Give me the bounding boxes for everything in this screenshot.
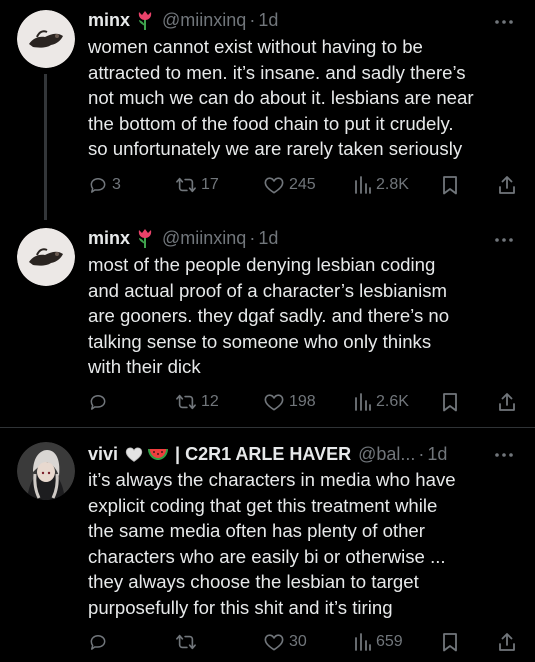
repost-button[interactable]: 17 [175, 174, 219, 196]
timestamp[interactable]: 1d [258, 8, 278, 32]
reply-button[interactable] [88, 391, 108, 413]
repost-count: 12 [201, 393, 219, 410]
bookmark-icon [443, 633, 457, 652]
avatar[interactable] [17, 10, 75, 68]
display-name[interactable]: minx [88, 8, 130, 32]
tweet-text: most of the people denying lesbian codin… [88, 252, 518, 380]
tweet-header: minx @miinxinq · 1d [88, 8, 278, 32]
display-name-suffix[interactable]: | C2R1 ARLE HAVER [175, 442, 351, 466]
more-options-icon[interactable] [492, 12, 516, 32]
share-icon [499, 633, 515, 651]
reply-button[interactable]: 3 [88, 174, 121, 196]
avatar[interactable] [17, 442, 75, 500]
share-button[interactable] [497, 631, 517, 653]
repost-count: 17 [201, 176, 219, 193]
views-count: 2.6K [376, 393, 409, 410]
tweet-text-line: attracted to men. it’s insane. and sadly… [88, 61, 466, 83]
tweet-text: it’s always the characters in media who … [88, 467, 518, 621]
tweet-text-line: explicit coding that get this treatment … [88, 494, 438, 516]
tulip-icon [136, 228, 154, 248]
repost-button[interactable] [175, 631, 197, 653]
views-count: 2.8K [376, 176, 409, 193]
handle[interactable]: @miinxinq [162, 8, 246, 32]
timestamp[interactable]: 1d [258, 226, 278, 250]
white-heart-icon [124, 445, 144, 463]
tweet-text-line: women cannot exist without having to be [88, 36, 423, 57]
tweet-text-line: so unfortunately we are rarely taken ser… [88, 138, 463, 160]
more-options-icon[interactable] [492, 230, 516, 250]
like-button[interactable]: 30 [263, 631, 307, 653]
tweet-text-line: talking sense to someone who only thinks [88, 330, 432, 352]
tweet-text-line: the same media often has plenty of other [88, 520, 425, 542]
share-button[interactable] [497, 391, 517, 413]
repost-button[interactable]: 12 [175, 391, 219, 413]
handle[interactable]: @bal... [358, 442, 415, 466]
like-count: 245 [289, 176, 316, 193]
views-button[interactable]: 2.8K [354, 174, 409, 196]
reply-icon [90, 178, 106, 193]
reply-icon [90, 395, 106, 410]
more-options-icon[interactable] [492, 445, 516, 465]
display-name[interactable]: vivi [88, 442, 118, 466]
tweet-text-line: not much we can do about it. lesbians ar… [88, 87, 474, 109]
tulip-icon [136, 10, 154, 30]
separator-dot: · [418, 444, 425, 464]
tweet-text-line: are gooners. they dgaf sadly. and there’… [88, 305, 450, 327]
tweet-2[interactable]: minx @miinxinq · 1d most of the people d… [0, 214, 535, 426]
tweet-text-line: characters who are easily bi or otherwis… [88, 545, 446, 567]
bookmark-icon [443, 176, 457, 195]
like-button[interactable]: 198 [263, 391, 316, 413]
tweet-header: vivi | C2R1 ARLE HAVER @bal... · 1d [88, 442, 447, 466]
tweet-text-line: and actual proof of a character’s lesbia… [88, 279, 447, 301]
heart-icon [264, 394, 284, 411]
like-button[interactable]: 245 [263, 174, 316, 196]
tweet-text-line: most of the people denying lesbian codin… [88, 254, 436, 275]
watermelon-icon [147, 446, 169, 462]
tweet-text-line: purposefully for this shit and it’s tiri… [88, 596, 393, 618]
reply-count: 3 [112, 176, 121, 193]
heart-icon [264, 177, 284, 194]
reply-button[interactable] [88, 631, 108, 653]
tweet-text-line: it’s always the characters in media who … [88, 469, 456, 490]
handle[interactable]: @miinxinq [162, 226, 246, 250]
views-button[interactable]: 2.6K [354, 391, 409, 413]
thread-line [44, 74, 47, 220]
timestamp[interactable]: 1d [427, 442, 447, 466]
avatar[interactable] [17, 228, 75, 286]
tweet-header: minx @miinxinq · 1d [88, 226, 278, 250]
views-icon [355, 176, 371, 194]
share-icon [499, 393, 515, 411]
repost-icon [176, 177, 196, 193]
reply-icon [90, 635, 106, 650]
share-button[interactable] [497, 174, 517, 196]
bookmark-button[interactable] [441, 631, 459, 653]
tweet-1[interactable]: minx @miinxinq · 1d women cannot exist w… [0, 0, 535, 220]
share-icon [499, 176, 515, 194]
views-count: 659 [376, 633, 403, 650]
bookmark-icon [443, 393, 457, 412]
display-name[interactable]: minx [88, 226, 130, 250]
tweet-text-line: with their dick [88, 356, 201, 378]
separator-dot: · [249, 228, 256, 248]
views-icon [355, 393, 371, 411]
like-count: 198 [289, 393, 316, 410]
bookmark-button[interactable] [441, 174, 459, 196]
tweet-text-line: the bottom of the food chain to put it c… [88, 112, 454, 134]
tweet-text-line: they always choose the lesbian to target [88, 571, 419, 593]
tweet-text: women cannot exist without having to be … [88, 34, 518, 162]
views-button[interactable]: 659 [354, 631, 403, 653]
tweet-3[interactable]: vivi | C2R1 ARLE HAVER @bal... · 1d it’s… [0, 428, 535, 662]
bookmark-button[interactable] [441, 391, 459, 413]
heart-icon [264, 634, 284, 651]
like-count: 30 [289, 633, 307, 650]
repost-icon [176, 634, 196, 650]
repost-icon [176, 394, 196, 410]
separator-dot: · [249, 10, 256, 30]
views-icon [355, 633, 371, 651]
